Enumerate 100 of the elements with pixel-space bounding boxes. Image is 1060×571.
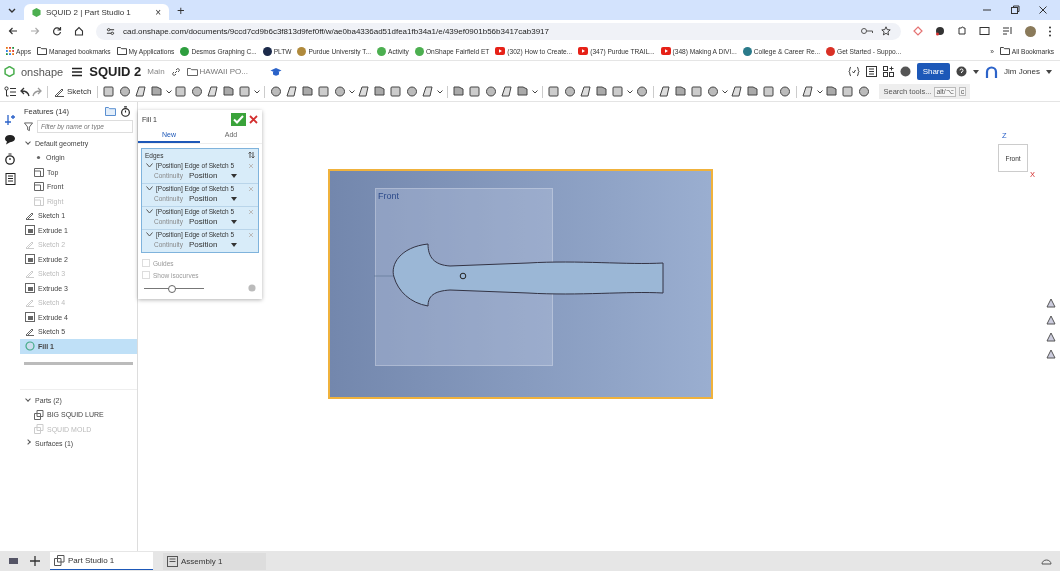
chevron-icon[interactable] <box>146 163 153 168</box>
caret-icon[interactable] <box>166 89 173 94</box>
tool-icon[interactable] <box>421 85 436 98</box>
home-icon[interactable] <box>74 26 84 36</box>
tool-icon[interactable] <box>373 85 388 98</box>
tool-icon[interactable] <box>484 85 499 98</box>
undo-icon[interactable] <box>19 86 30 97</box>
tool-icon[interactable] <box>389 85 404 98</box>
tool-icon[interactable] <box>730 85 745 98</box>
tool-icon[interactable] <box>333 85 348 98</box>
grid-add-icon[interactable] <box>882 66 894 77</box>
tool-icon[interactable] <box>357 85 372 98</box>
extension-icon[interactable] <box>935 26 945 36</box>
tool-icon[interactable] <box>134 85 149 98</box>
folder-link[interactable]: HAWAII PO... <box>186 67 248 76</box>
add-folder-icon[interactable] <box>105 106 116 116</box>
tool-icon[interactable] <box>317 85 332 98</box>
tab-manager-icon[interactable] <box>8 556 20 566</box>
back-icon[interactable] <box>8 26 18 36</box>
new-tab-button[interactable]: + <box>177 3 185 18</box>
tool-icon[interactable] <box>857 85 872 98</box>
stopwatch-icon[interactable] <box>120 105 131 117</box>
tool-icon[interactable] <box>238 85 253 98</box>
browser-tab[interactable]: SQUID 2 | Part Studio 1 × <box>24 4 169 20</box>
caret-icon[interactable] <box>627 89 634 94</box>
continuity-dropdown[interactable]: Position <box>188 240 238 249</box>
sort-icon[interactable] <box>248 151 255 159</box>
menu-icon[interactable] <box>71 66 84 77</box>
cast-icon[interactable] <box>979 26 990 36</box>
tool-icon[interactable] <box>405 85 420 98</box>
tool-icon[interactable] <box>174 85 189 98</box>
sketch-button[interactable]: Sketch <box>52 86 94 97</box>
tool-icon[interactable] <box>222 85 237 98</box>
caret-icon[interactable] <box>817 89 824 94</box>
caret-icon[interactable] <box>349 89 356 94</box>
slider-thumb[interactable] <box>168 284 176 293</box>
site-settings-icon[interactable] <box>106 26 115 36</box>
tool-icon[interactable] <box>547 85 562 98</box>
tool-icon[interactable] <box>452 85 467 98</box>
tool-icon[interactable] <box>690 85 705 98</box>
tool-icon[interactable] <box>635 85 650 98</box>
close-icon[interactable] <box>1038 5 1048 15</box>
tool-icon[interactable] <box>500 85 515 98</box>
tool-icon[interactable] <box>190 85 205 98</box>
checkbox[interactable] <box>142 259 150 267</box>
tool-icon[interactable] <box>118 85 133 98</box>
reload-icon[interactable] <box>52 26 62 36</box>
tool-icon[interactable] <box>468 85 483 98</box>
checkbox[interactable] <box>142 271 150 279</box>
tool-icon[interactable] <box>746 85 761 98</box>
close-tab-button[interactable]: × <box>155 6 161 18</box>
tool-icon[interactable] <box>285 85 300 98</box>
tool-icon[interactable] <box>706 85 721 98</box>
caret-icon[interactable] <box>722 89 729 94</box>
view-tool-icon[interactable] <box>1045 297 1057 309</box>
more-icon[interactable] <box>1048 25 1052 37</box>
view-tool-icon[interactable] <box>1045 331 1057 343</box>
continuity-dropdown[interactable]: Position <box>188 217 238 226</box>
tool-icon[interactable] <box>674 85 689 98</box>
tool-icon[interactable] <box>778 85 793 98</box>
tool-icon[interactable] <box>206 85 221 98</box>
list-icon[interactable] <box>865 66 877 77</box>
branch-label[interactable]: Main <box>147 67 165 76</box>
tool-icon[interactable] <box>801 85 816 98</box>
tool-icon[interactable] <box>825 85 840 98</box>
profile-avatar[interactable] <box>1025 25 1036 37</box>
document-title[interactable]: SQUID 2 <box>89 64 142 79</box>
document-tab[interactable]: Assembly 1 <box>163 552 266 570</box>
caret-icon[interactable] <box>532 89 539 94</box>
tool-icon[interactable] <box>563 85 578 98</box>
chevron-icon[interactable] <box>146 209 153 214</box>
document-tab[interactable]: Part Studio 1 <box>50 552 153 570</box>
continuity-dropdown[interactable]: Position <box>188 171 238 180</box>
filter-icon[interactable] <box>24 121 33 132</box>
add-feature-icon[interactable] <box>4 114 16 126</box>
caret-icon[interactable] <box>1046 69 1052 74</box>
comment-icon[interactable] <box>4 134 16 145</box>
variable-icon[interactable] <box>847 66 860 77</box>
tool-icon[interactable] <box>301 85 316 98</box>
point-marker[interactable] <box>459 272 467 280</box>
tool-icon[interactable] <box>762 85 777 98</box>
share-button[interactable]: Share <box>916 63 950 80</box>
tool-icon[interactable] <box>579 85 594 98</box>
puzzle-icon[interactable] <box>957 26 967 36</box>
restore-icon[interactable] <box>1010 5 1020 15</box>
user-name[interactable]: Jim Jones <box>1004 67 1040 76</box>
tool-icon[interactable] <box>269 85 284 98</box>
media-icon[interactable] <box>1002 26 1013 36</box>
tool-icon[interactable] <box>658 85 673 98</box>
stopwatch-icon[interactable] <box>4 153 16 165</box>
add-icon[interactable] <box>30 556 40 566</box>
tool-icon[interactable] <box>150 85 165 98</box>
view-tool-icon[interactable] <box>1045 314 1057 326</box>
close-icon[interactable] <box>249 115 258 124</box>
chevron-icon[interactable] <box>146 232 153 237</box>
key-icon[interactable] <box>861 27 873 35</box>
tool-icon[interactable] <box>841 85 856 98</box>
star-icon[interactable] <box>881 26 891 36</box>
tool-icon[interactable] <box>516 85 531 98</box>
tool-icon[interactable] <box>102 85 117 98</box>
